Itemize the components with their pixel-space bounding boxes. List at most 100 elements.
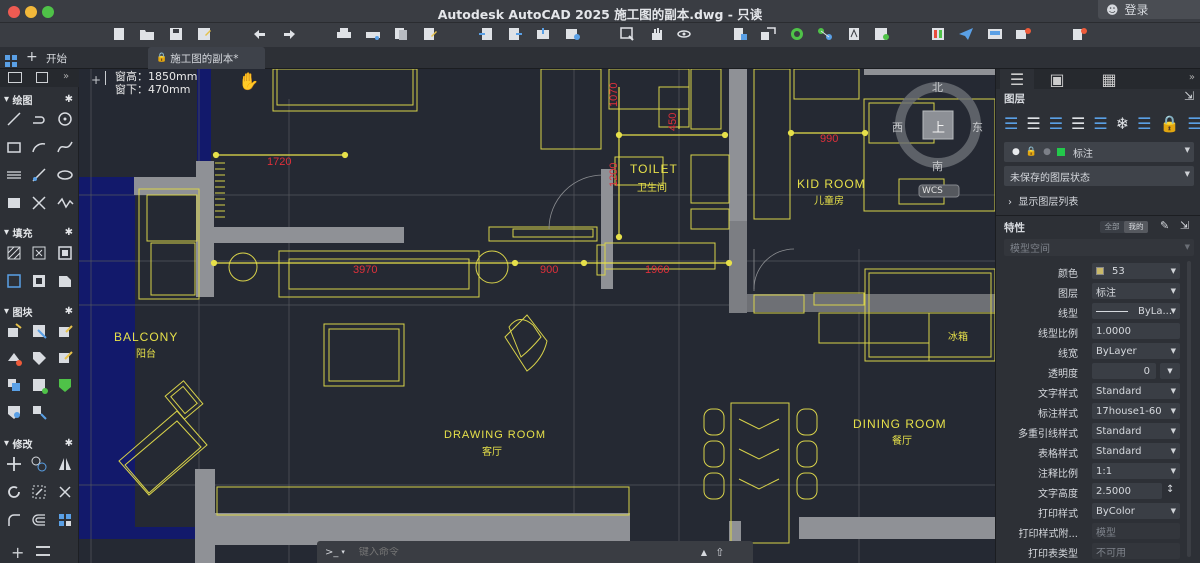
prop-value-select[interactable]: ByColor ▼	[1092, 503, 1180, 519]
region-tool-icon[interactable]	[5, 194, 23, 212]
tab-active-drawing[interactable]: 🔒 施工图的副本*	[148, 47, 265, 69]
prop-value-select[interactable]: ByLayer ▼	[1092, 343, 1180, 359]
selection-space-select[interactable]: 模型空间 ▼	[1004, 239, 1194, 256]
prop-value-select[interactable]: 53 ▼	[1092, 263, 1180, 279]
transparency-menu[interactable]: ▼	[1160, 363, 1180, 379]
export-icon[interactable]	[507, 27, 523, 41]
layer-isolate-icon[interactable]: ☰	[1093, 114, 1107, 133]
tag-icon[interactable]	[30, 349, 48, 367]
toggle-mine[interactable]: 我的	[1124, 221, 1148, 233]
prop-value-select[interactable]: 1:1 ▼	[1092, 463, 1180, 479]
dock-icon[interactable]: ⇲	[1184, 89, 1194, 103]
circle-tool-icon[interactable]	[56, 110, 74, 128]
gradient-tool-icon[interactable]	[30, 244, 48, 262]
pdf-import-icon[interactable]	[846, 27, 862, 41]
scale-tool-icon[interactable]	[30, 483, 48, 501]
print-icon[interactable]	[336, 27, 352, 41]
wblock-icon[interactable]	[30, 376, 48, 394]
zoom-window-icon[interactable]	[619, 27, 635, 41]
section-block[interactable]: ▾ 图块 ✱	[0, 303, 79, 319]
share-icon[interactable]	[535, 27, 551, 41]
prop-value-select[interactable]: Standard ▼	[1092, 423, 1180, 439]
block-editor-icon[interactable]	[56, 322, 74, 340]
trim-tool-icon[interactable]	[56, 483, 74, 501]
layer-off-icon[interactable]: ☰	[1137, 114, 1151, 133]
copy-tool-icon[interactable]	[30, 455, 48, 473]
hatch-tool-icon[interactable]	[5, 244, 23, 262]
fill-tool-icon[interactable]	[56, 272, 74, 290]
array-tool-icon[interactable]	[56, 511, 74, 529]
boundary-tool-icon[interactable]	[56, 244, 74, 262]
orbit-icon[interactable]	[676, 27, 692, 41]
toggle-all[interactable]: 全部	[1100, 221, 1124, 233]
block-palette-icon[interactable]	[874, 27, 890, 41]
ellipse-tool-icon[interactable]	[56, 166, 74, 184]
new-tab-plus-icon[interactable]: +	[26, 49, 38, 65]
drawing-canvas[interactable]: 1720 3970 900 1960 990 1070 1200 450 TOI…	[79, 69, 995, 563]
create-block-icon[interactable]	[30, 322, 48, 340]
rotate-tool-icon[interactable]	[5, 483, 23, 501]
block-manager-icon[interactable]	[56, 376, 74, 394]
layer-match-icon[interactable]: ☰	[1071, 114, 1085, 133]
share-out-icon[interactable]: ⇧	[715, 546, 724, 559]
properties-icon[interactable]	[732, 27, 748, 41]
dock-icon[interactable]: ⇲	[1180, 219, 1189, 232]
layer-tool-icon[interactable]	[930, 27, 946, 41]
edit-attribute-icon[interactable]	[56, 349, 74, 367]
xline-tool-icon[interactable]	[30, 194, 48, 212]
prop-value-input[interactable]: 1.0000	[1092, 323, 1180, 339]
palette-menu-icon[interactable]	[36, 546, 50, 556]
layer-freeze-icon[interactable]: ❄	[1116, 114, 1129, 133]
prop-value-select[interactable]: Standard ▼	[1092, 383, 1180, 399]
refedit-icon[interactable]	[5, 403, 23, 421]
layer-unlock-icon[interactable]: ☰	[1187, 114, 1200, 133]
save-as-icon[interactable]	[196, 27, 212, 41]
gear-icon[interactable]: ✱	[65, 438, 73, 449]
mirror-tool-icon[interactable]	[56, 455, 74, 473]
3d-view-icon[interactable]	[36, 72, 48, 83]
prop-value-select[interactable]: ByLa... ▼	[1092, 303, 1180, 319]
rectangle-tool-icon[interactable]	[5, 138, 23, 156]
open-folder-icon[interactable]	[139, 27, 155, 41]
quick-select-icon[interactable]: ✎	[1160, 219, 1169, 232]
section-modify[interactable]: ▾ 修改 ✱	[0, 435, 79, 451]
gear-icon[interactable]: ✱	[65, 306, 73, 317]
transparency-slider[interactable]: 0	[1092, 363, 1156, 379]
caret-down-icon[interactable]: ▾	[341, 548, 345, 556]
hatch-edit-icon[interactable]	[30, 272, 48, 290]
expand-chevron-icon[interactable]: »	[63, 71, 69, 82]
cloud-icon[interactable]	[564, 27, 580, 41]
prop-value-select[interactable]: Standard ▼	[1092, 443, 1180, 459]
import-icon[interactable]	[478, 27, 494, 41]
move-tool-icon[interactable]	[5, 455, 23, 473]
save-icon[interactable]	[168, 27, 184, 41]
gear-icon[interactable]: ✱	[65, 94, 73, 105]
tab-layers[interactable]: ☰	[1000, 69, 1034, 89]
line-tool-icon[interactable]	[5, 110, 23, 128]
redo-icon[interactable]	[281, 27, 297, 41]
revcloud-tool-icon[interactable]	[56, 194, 74, 212]
block-attribute-icon[interactable]	[5, 376, 23, 394]
arc-tool-icon[interactable]	[30, 138, 48, 156]
layer-properties-icon[interactable]: ☰	[1004, 114, 1018, 133]
caret-up-icon[interactable]: ▲	[701, 548, 707, 557]
login-button[interactable]: ☻ 登录	[1098, 0, 1200, 19]
layer-lock-icon[interactable]: 🔒	[1159, 114, 1179, 133]
layer-state-select[interactable]: 未保存的图层状态 ▼	[1004, 166, 1194, 186]
plot-preview-icon[interactable]	[365, 27, 381, 41]
section-hatch[interactable]: ▾ 填充 ✱	[0, 224, 79, 240]
new-file-icon[interactable]	[111, 27, 127, 41]
expand-chevron-icon[interactable]: »	[1189, 72, 1195, 83]
fillet-tool-icon[interactable]	[5, 511, 23, 529]
xref-icon[interactable]	[789, 27, 805, 41]
pick-height-icon[interactable]: ↕	[1166, 484, 1174, 495]
hatch-lines-icon[interactable]	[5, 166, 23, 184]
batch-plot-icon[interactable]	[422, 27, 438, 41]
wipeout-tool-icon[interactable]	[5, 272, 23, 290]
define-attribute-icon[interactable]	[5, 349, 23, 367]
make-current-icon[interactable]: ☰	[1026, 114, 1040, 133]
2d-view-icon[interactable]	[8, 72, 22, 83]
prop-value-input[interactable]: 2.5000	[1092, 483, 1162, 499]
updates-icon[interactable]	[1071, 27, 1087, 41]
spline-tool-icon[interactable]	[56, 138, 74, 156]
